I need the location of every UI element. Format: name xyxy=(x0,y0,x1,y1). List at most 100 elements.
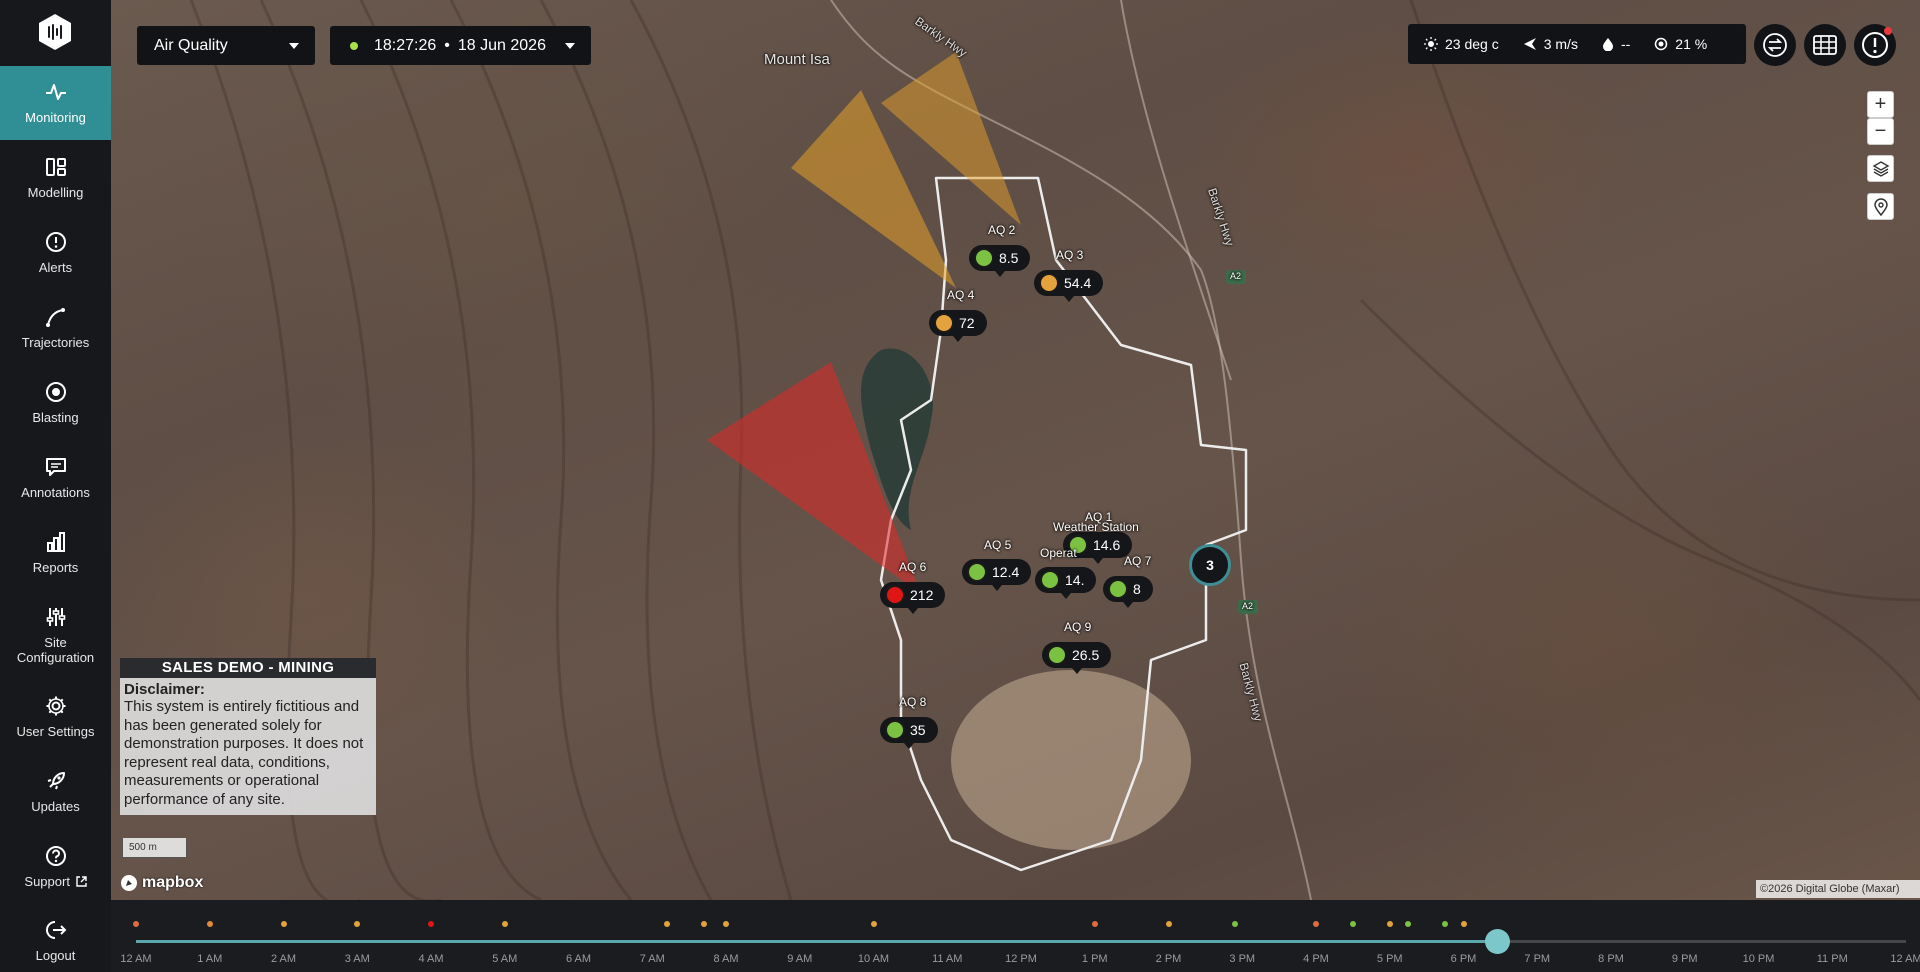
time-separator: • xyxy=(444,36,450,54)
map-overlay xyxy=(189,0,1920,900)
help-icon xyxy=(44,844,68,868)
timeline-event-marker[interactable] xyxy=(1442,921,1449,927)
timeline-event-marker[interactable] xyxy=(870,921,877,927)
timeline-tick-label: 4 AM xyxy=(418,953,444,965)
time-value: 18:27:26 xyxy=(374,36,437,54)
timeline-tick-label: 11 AM xyxy=(932,953,963,965)
timeline-handle[interactable] xyxy=(1484,929,1510,954)
alerts-button[interactable] xyxy=(1854,24,1896,66)
sensor-label-aq5: AQ 5 xyxy=(984,538,1012,552)
timeline-event-marker[interactable] xyxy=(664,921,670,927)
nav-user-settings[interactable]: User Settings xyxy=(0,680,111,754)
timeline-tick-label: 3 PM xyxy=(1229,953,1256,965)
mapbox-logo[interactable]: mapbox xyxy=(120,874,203,892)
timeline-event-marker[interactable] xyxy=(501,921,508,927)
map-canvas[interactable]: Mount Isa Barkly Hwy Barkly Hwy Barkly H… xyxy=(111,0,1920,900)
nav-monitoring[interactable]: Monitoring xyxy=(0,66,111,140)
disclaimer-body: This system is entirely fictitious and h… xyxy=(124,698,364,808)
mapbox-icon xyxy=(121,875,137,891)
nav-alerts[interactable]: Alerts xyxy=(0,216,111,290)
timeline[interactable]: 12 AM 1 AM 2 AM 3 AM 4 AM 5 AM 6 AM 7 AM 8 AM 9 A… xyxy=(111,900,1920,972)
nav-annotations[interactable]: Annotations xyxy=(0,441,111,515)
sensor-label-aq6: AQ 6 xyxy=(899,560,927,574)
trajectory-icon xyxy=(44,305,68,329)
sensor-marker-aq2[interactable]: 8.5 xyxy=(969,245,1031,277)
timeline-event-marker[interactable] xyxy=(206,921,213,927)
timeline-tick-label: 9 AM xyxy=(787,953,813,965)
timeline-event-marker[interactable] xyxy=(700,921,707,927)
nav-support[interactable]: Support xyxy=(0,830,111,904)
locate-button[interactable] xyxy=(1867,193,1894,220)
sensor-marker-aq5[interactable]: 12.4 xyxy=(962,559,1032,591)
sensor-value: 54.4 xyxy=(1064,275,1092,291)
timeline-tick-label: 2 AM xyxy=(270,953,297,965)
sensor-marker-aq7[interactable]: 8 xyxy=(1103,576,1153,608)
zoom-out-button[interactable]: − xyxy=(1867,118,1894,145)
swap-button[interactable] xyxy=(1754,24,1796,66)
marker-cluster[interactable]: 3 xyxy=(1189,544,1231,586)
sensor-marker-aq6[interactable]: 212 xyxy=(880,582,946,614)
timeline-event-marker[interactable] xyxy=(280,921,287,927)
sensor-status-dot xyxy=(1108,579,1128,599)
timeline-event-marker[interactable] xyxy=(1460,921,1467,927)
sensor-marker-operations[interactable]: 14. xyxy=(1035,567,1097,599)
zoom-in-button[interactable]: + xyxy=(1867,91,1894,118)
weather-summary[interactable]: 23 deg c 3 m/s -- 21 % xyxy=(1408,24,1746,64)
timeline-tick-label: 11 PM xyxy=(1816,953,1848,965)
modelling-icon xyxy=(44,155,68,179)
timeline-event-marker[interactable] xyxy=(723,921,729,927)
nav-updates[interactable]: Updates xyxy=(0,755,111,829)
timeline-event-marker[interactable] xyxy=(1405,921,1412,927)
rain-value: -- xyxy=(1620,36,1631,52)
timeline-event-marker[interactable] xyxy=(1165,921,1172,927)
operations-label: Operat xyxy=(1040,546,1077,560)
nav-modelling[interactable]: Modelling xyxy=(0,141,111,215)
open-pit xyxy=(951,670,1191,850)
map-attribution[interactable]: ©2026 Digital Globe (Maxar) xyxy=(1756,880,1920,898)
nav-label-updates: Updates xyxy=(31,799,80,814)
nav-site-configuration[interactable]: Site Configuration xyxy=(0,591,111,665)
layers-icon xyxy=(1872,160,1889,177)
sensor-value: 12.4 xyxy=(992,564,1020,580)
nav-reports[interactable]: Reports xyxy=(0,516,111,590)
timeline-tick-label: 4 PM xyxy=(1303,953,1329,965)
timeline-tick-label: 12 AM xyxy=(1890,953,1920,965)
sensor-marker-aq3[interactable]: 54.4 xyxy=(1034,270,1104,302)
grid-view-button[interactable] xyxy=(1804,24,1846,66)
timeline-event-marker[interactable] xyxy=(428,921,434,927)
sensor-marker-aq8[interactable]: 35 xyxy=(880,717,938,749)
nav-label-alerts: Alerts xyxy=(38,260,73,275)
nav-trajectories[interactable]: Trajectories xyxy=(0,291,111,365)
sensor-status-dot xyxy=(967,562,987,582)
sensor-status-dot xyxy=(885,585,905,605)
sun-icon xyxy=(1424,37,1438,51)
nav-logout[interactable]: Logout xyxy=(0,904,111,972)
timeline-tick-label: 7 PM xyxy=(1524,953,1551,965)
timeline-event-marker[interactable] xyxy=(1349,921,1356,927)
layer-dropdown[interactable]: Air Quality xyxy=(137,26,315,65)
alert-icon xyxy=(44,230,68,254)
weather-station-label: Weather Station xyxy=(1053,520,1139,534)
layer-dropdown-value: Air Quality xyxy=(154,36,228,54)
app-logo[interactable] xyxy=(35,12,75,52)
sensor-value: 26.5 xyxy=(1072,647,1100,663)
timeline-event-marker[interactable] xyxy=(1231,921,1238,927)
sensor-status-dot xyxy=(1047,645,1067,665)
timeline-event-marker[interactable] xyxy=(1091,921,1098,927)
disclaimer-panel: SALES DEMO - MINING Disclaimer: This sys… xyxy=(120,658,376,815)
sensor-marker-aq9[interactable]: 26.5 xyxy=(1042,642,1112,674)
timeline-event-marker[interactable] xyxy=(1313,921,1319,927)
timeline-event-marker[interactable] xyxy=(1386,921,1393,927)
timeline-event-marker[interactable] xyxy=(354,921,361,927)
comment-icon xyxy=(44,455,68,479)
chevron-down-icon xyxy=(289,43,299,49)
layers-button[interactable] xyxy=(1867,155,1894,182)
nav-blasting[interactable]: Blasting xyxy=(0,366,111,440)
sensor-marker-aq4[interactable]: 72 xyxy=(929,310,987,342)
time-dropdown[interactable]: 18:27:26 • 18 Jun 2026 xyxy=(330,26,591,65)
timeline-event-marker[interactable] xyxy=(133,921,139,927)
gear-icon xyxy=(44,694,68,718)
droplet-icon xyxy=(1602,38,1613,51)
nav-label-reports: Reports xyxy=(32,560,79,575)
nav-label-annotations: Annotations xyxy=(21,485,90,500)
